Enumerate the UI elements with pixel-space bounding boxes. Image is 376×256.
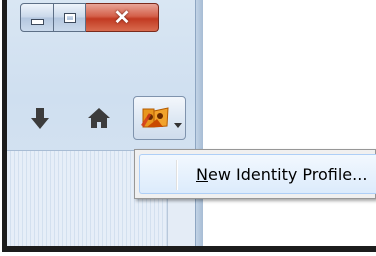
download-arrow-icon[interactable] [31, 108, 49, 135]
identity-dropdown-menu: New Identity Profile... [134, 149, 376, 199]
close-button[interactable]: ✕ [86, 3, 159, 32]
minimize-button[interactable] [20, 3, 54, 32]
minimize-icon [30, 18, 44, 25]
home-icon[interactable] [88, 108, 110, 133]
caption-buttons: ✕ [20, 3, 159, 32]
menu-label-text: ew Identity Profile... [207, 165, 368, 184]
navigation-toolbar [7, 88, 196, 150]
browser-window: ✕ [7, 0, 203, 246]
screen-frame-bottom [2, 246, 376, 252]
menu-mnemonic: N [196, 165, 208, 184]
window-border-right [195, 0, 203, 246]
identity-profile-button[interactable] [133, 96, 186, 140]
menu-icon-separator [176, 160, 178, 190]
menu-item-label: New Identity Profile... [196, 165, 367, 184]
dropdown-arrow-icon[interactable] [174, 116, 182, 134]
menu-item-new-identity-profile[interactable]: New Identity Profile... [139, 154, 376, 194]
identity-profile-icon [141, 105, 171, 136]
maximize-button[interactable] [54, 3, 86, 32]
maximize-icon [63, 12, 76, 23]
close-icon: ✕ [113, 6, 131, 29]
